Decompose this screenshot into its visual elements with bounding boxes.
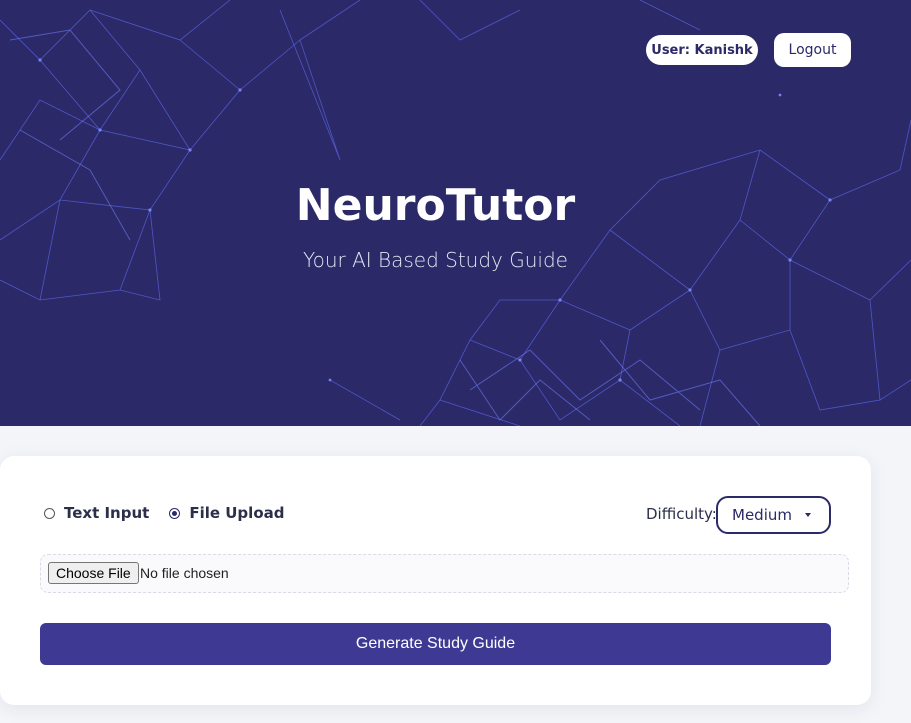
app-title: NeuroTutor	[295, 180, 576, 231]
text-input-radio-button[interactable]	[44, 507, 55, 519]
difficulty-select[interactable]: Medium	[716, 496, 831, 534]
choose-file-button[interactable]: Choose File	[48, 562, 139, 584]
text-input-radio-label: Text Input	[64, 504, 150, 522]
hero-banner: User: Kanishk Logout NeuroTutor Your AI …	[0, 0, 911, 426]
file-upload-radio-option[interactable]: File Upload	[169, 504, 284, 522]
generate-study-guide-button[interactable]: Generate Study Guide	[40, 623, 831, 665]
file-status-text: No file chosen	[140, 565, 229, 581]
caret-down-icon	[805, 513, 811, 517]
difficulty-label: Difficulty:	[646, 505, 717, 523]
app-subtitle: Your AI Based Study Guide	[303, 248, 568, 272]
file-upload-radio-button[interactable]	[169, 507, 181, 519]
difficulty-selected-value: Medium	[732, 506, 792, 524]
input-mode-radio-group: Text Input File Upload	[44, 504, 284, 522]
user-badge: User: Kanishk	[646, 35, 758, 65]
logout-button[interactable]: Logout	[774, 33, 851, 67]
file-upload-radio-label: File Upload	[189, 504, 285, 522]
text-input-radio-option[interactable]: Text Input	[44, 504, 149, 522]
